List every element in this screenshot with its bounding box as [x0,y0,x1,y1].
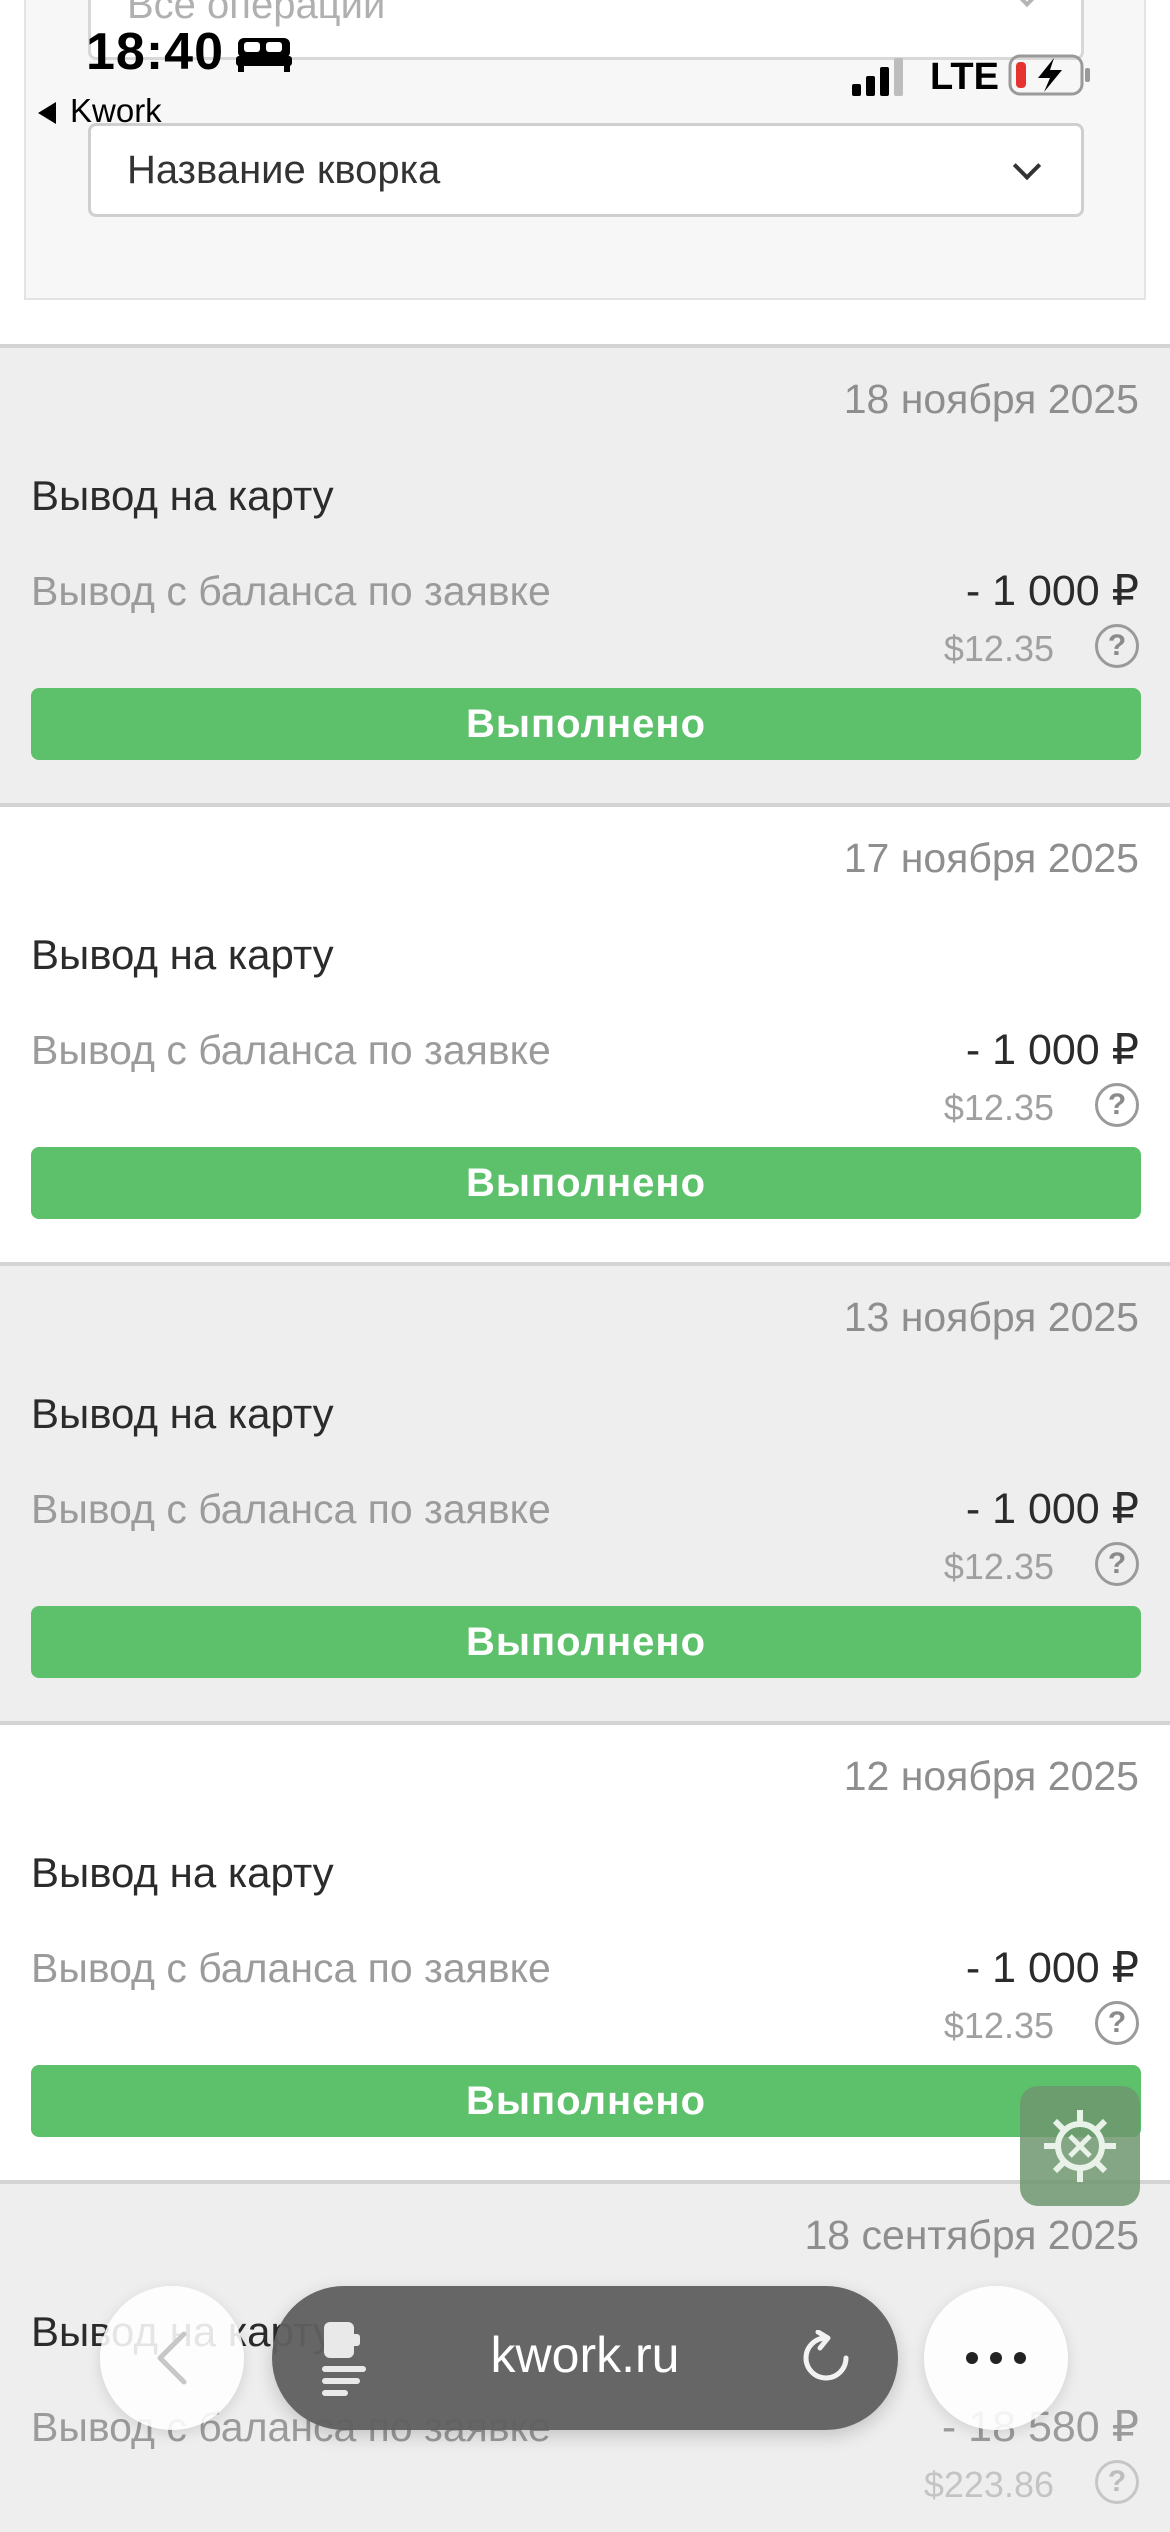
kwork-name-select[interactable]: Название кворка [88,123,1084,217]
status-badge: Выполнено [31,1147,1141,1219]
operation-title: Вывод на карту [31,1849,334,1896]
operation-title: Вывод на карту [31,931,334,978]
operation-card: 12 ноября 2025 Вывод на карту Вывод с ба… [0,1721,1170,2180]
kwork-name-value: Название кворка [127,147,441,192]
operation-description: Вывод с баланса по заявке [31,1945,551,1991]
operations-type-value: Все операции [127,0,386,27]
operation-card: 18 ноября 2025 Вывод на карту Вывод с ба… [0,344,1170,803]
address-bar[interactable]: kwork.ru [272,2286,898,2430]
operation-usd-amount: $12.35 [943,1087,1054,1128]
chevron-left-icon [157,2331,187,2385]
operations-type-select[interactable]: Все операции [88,0,1084,60]
operation-title: Вывод на карту [31,472,334,519]
operation-amount: - 1 000 ₽ [965,567,1139,615]
reload-icon[interactable] [798,2330,854,2386]
operation-date: 12 ноября 2025 [843,1753,1139,1799]
help-icon[interactable]: ? [1095,1542,1139,1586]
operation-description: Вывод с баланса по заявке [31,568,551,614]
operation-amount: - 1 000 ₽ [965,1944,1139,1992]
tools-button[interactable] [1020,2086,1140,2206]
more-button[interactable] [924,2286,1068,2430]
operation-amount: - 1 000 ₽ [965,1026,1139,1074]
help-icon[interactable]: ? [1095,2460,1139,2504]
help-icon[interactable]: ? [1095,624,1139,668]
tools-gear-icon [1044,2110,1116,2182]
browser-back-button[interactable] [100,2286,244,2430]
operation-description: Вывод с баланса по заявке [31,1486,551,1532]
chevron-down-icon [1012,0,1042,8]
more-icon [966,2352,1026,2364]
operation-usd-amount: $223.86 [923,2464,1054,2505]
operation-usd-amount: $12.35 [943,2005,1054,2046]
operation-usd-amount: $12.35 [943,1546,1054,1587]
status-badge: Выполнено [31,1606,1141,1678]
operation-card: 17 ноября 2025 Вывод на карту Вывод с ба… [0,803,1170,1262]
operation-date: 18 ноября 2025 [843,376,1139,422]
status-badge: Выполнено [31,688,1141,760]
operation-title: Вывод на карту [31,1390,334,1437]
operation-description: Вывод с баланса по заявке [31,1027,551,1073]
operation-date: 17 ноября 2025 [843,835,1139,881]
operation-amount: - 1 000 ₽ [965,1485,1139,1533]
operation-date: 13 ноября 2025 [843,1294,1139,1340]
operation-date: 18 сентября 2025 [804,2212,1139,2258]
operation-card: 13 ноября 2025 Вывод на карту Вывод с ба… [0,1262,1170,1721]
chevron-down-icon [1012,151,1042,181]
status-badge: Выполнено [31,2065,1141,2137]
help-icon[interactable]: ? [1095,2001,1139,2045]
help-icon[interactable]: ? [1095,1083,1139,1127]
operation-usd-amount: $12.35 [943,628,1054,669]
filter-panel: Все операции Название кворка [24,0,1146,300]
